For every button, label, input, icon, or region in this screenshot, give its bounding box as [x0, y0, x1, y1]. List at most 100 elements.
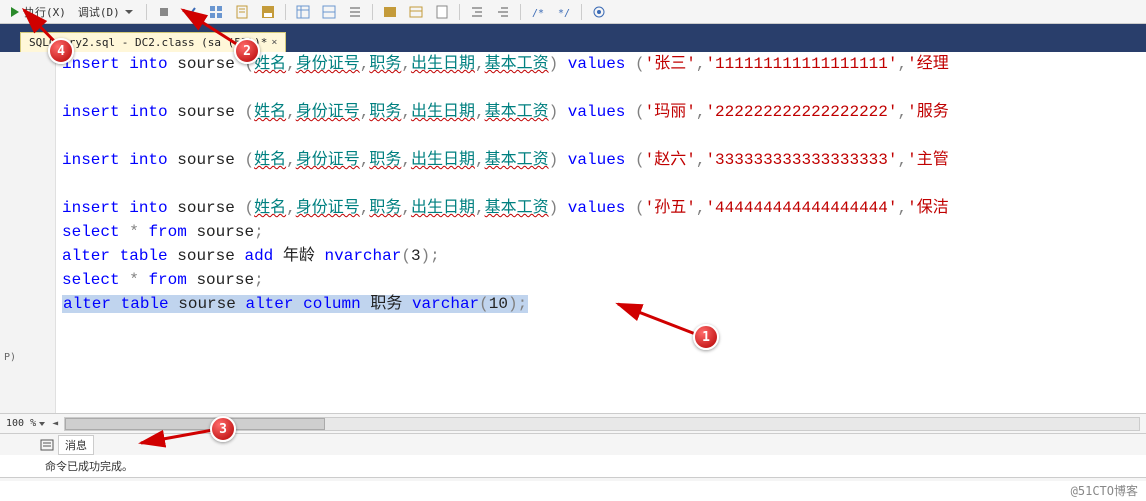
grid3-icon [322, 5, 336, 19]
list-icon [348, 5, 362, 19]
type: nvarchar [325, 247, 402, 265]
indent-button[interactable] [466, 4, 488, 20]
kw-into: into [129, 151, 167, 169]
marker-3: 3 [210, 416, 236, 442]
stop-button[interactable] [153, 4, 175, 20]
star: * [129, 223, 139, 241]
gear-icon [592, 5, 606, 19]
messages-tab[interactable]: 消息 [58, 435, 94, 455]
kw-select: select [62, 223, 120, 241]
scroll-left-button[interactable]: ◄ [52, 418, 58, 429]
semi: ; [518, 295, 528, 313]
n: 3 [411, 247, 421, 265]
kw-values: values [568, 103, 626, 121]
val: '主管 [907, 151, 949, 169]
messages-output: 命令已成功完成。 [0, 455, 1146, 477]
type: varchar [412, 295, 479, 313]
message-icon [40, 438, 54, 452]
success-message: 命令已成功完成。 [45, 458, 133, 474]
indent-icon [470, 5, 484, 19]
kw-insert: insert [62, 151, 120, 169]
main-toolbar: 执行(X) 调试(D) /*...*/ */ [0, 0, 1146, 24]
tbl: sourse [177, 247, 235, 265]
rp: ) [508, 295, 518, 313]
close-icon[interactable]: × [271, 37, 277, 48]
separator [146, 4, 147, 20]
comment-button[interactable]: /*...*/ [527, 4, 549, 20]
scrollbar-thumb[interactable] [65, 418, 325, 430]
val: '333333333333333333' [705, 151, 897, 169]
kw-into: into [129, 103, 167, 121]
zoom-dropdown[interactable]: 100 % [6, 418, 46, 429]
kw-table: table [121, 295, 169, 313]
val: '张三' [645, 55, 696, 73]
tool-btn-7[interactable] [379, 4, 401, 20]
tool-btn-4[interactable] [292, 4, 314, 20]
kw-insert: insert [62, 199, 120, 217]
kw-values: values [568, 55, 626, 73]
semi: ; [254, 271, 264, 289]
parse-button[interactable] [179, 4, 201, 20]
marker-1: 1 [693, 324, 719, 350]
svg-text:/*...*/: /*...*/ [532, 8, 545, 19]
tbl: sourse [196, 223, 254, 241]
separator [285, 4, 286, 20]
doc2-icon [435, 5, 449, 19]
chevron-down-icon [38, 420, 46, 428]
semi: ; [254, 223, 264, 241]
val: '保洁 [907, 199, 949, 217]
grid-icon [209, 5, 223, 19]
tool-btn-1[interactable] [205, 4, 227, 20]
kw-insert: insert [62, 103, 120, 121]
svg-text:*/: */ [558, 8, 570, 19]
kw-from: from [148, 271, 186, 289]
tool-btn-last[interactable] [588, 4, 610, 20]
val: '玛丽' [645, 103, 696, 121]
val: '赵六' [645, 151, 696, 169]
kw-alter: alter [62, 247, 110, 265]
lp: ( [479, 295, 489, 313]
play-icon [8, 5, 22, 19]
table-icon [383, 5, 397, 19]
val: '经理 [907, 55, 949, 73]
tbl-sourse: sourse [177, 103, 235, 121]
save-icon [261, 5, 275, 19]
tool-btn-6[interactable] [344, 4, 366, 20]
zoom-value: 100 % [6, 418, 36, 429]
kw-select: select [62, 271, 120, 289]
tool-btn-5[interactable] [318, 4, 340, 20]
execute-button[interactable]: 执行(X) [4, 3, 70, 21]
val: '服务 [907, 103, 949, 121]
kw-into: into [129, 55, 167, 73]
tool-btn-2[interactable] [231, 4, 253, 20]
bottom-border [0, 477, 1146, 481]
kw-values: values [568, 151, 626, 169]
debug-label: 调试(D) [78, 4, 120, 20]
marker-2: 2 [234, 38, 260, 64]
kw-alter: alter [63, 295, 111, 313]
rp: ) [421, 247, 431, 265]
chevron-down-icon [122, 5, 136, 19]
separator [459, 4, 460, 20]
col: 职务 [370, 295, 402, 313]
val: '222222222222222222' [705, 103, 897, 121]
star: * [129, 271, 139, 289]
kw-add: add [244, 247, 273, 265]
editor-gutter: P) [0, 52, 56, 413]
outdent-icon [496, 5, 510, 19]
outdent-button[interactable] [492, 4, 514, 20]
val: '111111111111111111' [705, 55, 897, 73]
tool-btn-3[interactable] [257, 4, 279, 20]
messages-bar: 消息 [0, 433, 1146, 455]
tool-btn-9[interactable] [431, 4, 453, 20]
comment-icon: /*...*/ [531, 5, 545, 19]
uncomment-button[interactable]: */ [553, 4, 575, 20]
sql-editor[interactable]: insert into sourse (姓名,身份证号,职务,出生日期,基本工资… [56, 52, 1146, 413]
debug-button[interactable]: 调试(D) [74, 3, 140, 21]
tool-btn-8[interactable] [405, 4, 427, 20]
watermark: @51CTO博客 [1071, 482, 1138, 499]
kw-values: values [568, 199, 626, 217]
col: 年龄 [283, 247, 315, 265]
tbl-sourse: sourse [177, 151, 235, 169]
work-area: P) insert into sourse (姓名,身份证号,职务,出生日期,基… [0, 52, 1146, 413]
